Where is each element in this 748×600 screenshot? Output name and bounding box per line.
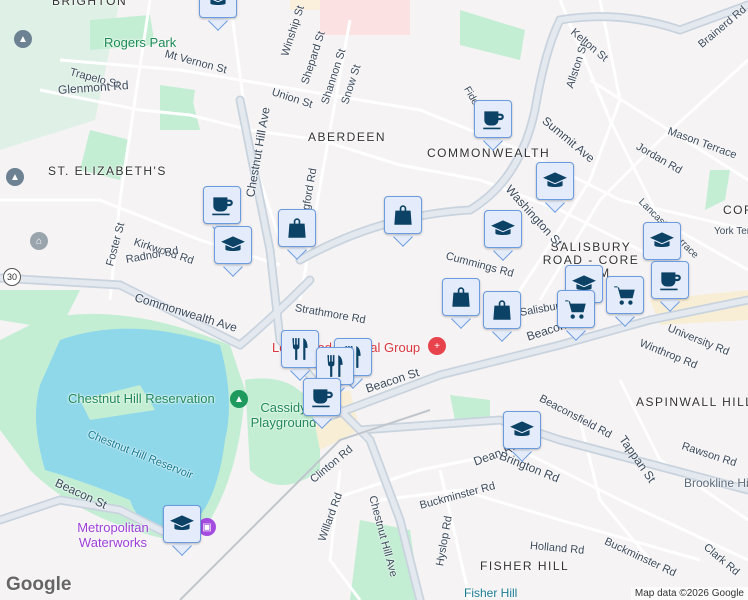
neighborhood-label: FISHER HILL [480,559,570,573]
street-label: York Terrace [714,226,748,237]
school-marker[interactable] [484,210,522,261]
route-shield: 30 [3,268,21,286]
grocery-marker[interactable] [606,276,644,327]
hospital-icon[interactable]: + [428,337,446,355]
map-attribution[interactable]: Map data ©2026 Google [630,587,748,600]
coffee-cup-icon [660,272,681,291]
cafe-marker[interactable] [474,100,512,151]
shopping-bag-icon [394,205,412,225]
cafe-marker[interactable] [651,261,689,312]
graduation-cap-icon [650,232,674,247]
graduation-cap-icon [543,172,567,187]
park-label: Rogers Park [104,35,177,50]
graduation-cap-icon [221,236,245,251]
graduation-cap-icon [170,515,194,530]
graduation-cap-icon [491,220,515,235]
shopping-bag-icon [452,287,470,307]
grocery-marker[interactable] [557,290,595,341]
school-marker[interactable] [214,226,252,277]
school-marker[interactable] [536,162,574,213]
neighborhood-label: ST. ELIZABETH'S [48,164,167,178]
map-canvas[interactable]: BRIGHTON ABERDEEN ST. ELIZABETH'S COMMON… [0,0,748,600]
neighborhood-label: ASPINWALL HILL [636,395,748,409]
area-label: Brookline Hills [684,476,748,490]
school-marker[interactable] [503,411,541,462]
coffee-cup-icon [212,197,233,216]
shopping-marker[interactable] [384,196,422,247]
fork-knife-icon [327,355,343,377]
shopping-marker[interactable] [442,278,480,329]
neighborhood-label: ABERDEEN [308,130,387,144]
google-logo: Google [6,574,72,595]
shopping-marker[interactable] [483,291,521,342]
park-label: Chestnut Hill Reservation [68,391,215,406]
shopping-marker[interactable] [278,209,316,260]
fork-knife-icon [292,338,308,360]
restaurant-marker[interactable] [281,330,319,381]
neighborhood-label: BRIGHTON [52,0,128,8]
neighborhood-label: COR [723,203,748,217]
shopping-cart-icon [565,300,586,319]
shopping-bag-icon [288,218,306,238]
library-poi-icon[interactable]: ⌂ [30,232,48,250]
shopping-cart-icon [614,286,635,305]
graduation-cap-icon [210,0,226,5]
coffee-cup-icon [483,111,504,130]
school-marker[interactable] [199,0,237,31]
shopping-bag-icon [493,300,511,320]
cafe-marker[interactable] [303,378,341,429]
graduation-cap-icon [510,421,534,436]
school-poi-icon[interactable]: ▲ [14,30,32,48]
school-poi-icon[interactable]: ▲ [6,168,24,186]
park-label: Fisher Hill [464,586,518,600]
coffee-cup-icon [312,389,333,408]
museum-label: Metropolitan Waterworks Museum [77,520,149,550]
school-marker[interactable] [163,505,201,556]
